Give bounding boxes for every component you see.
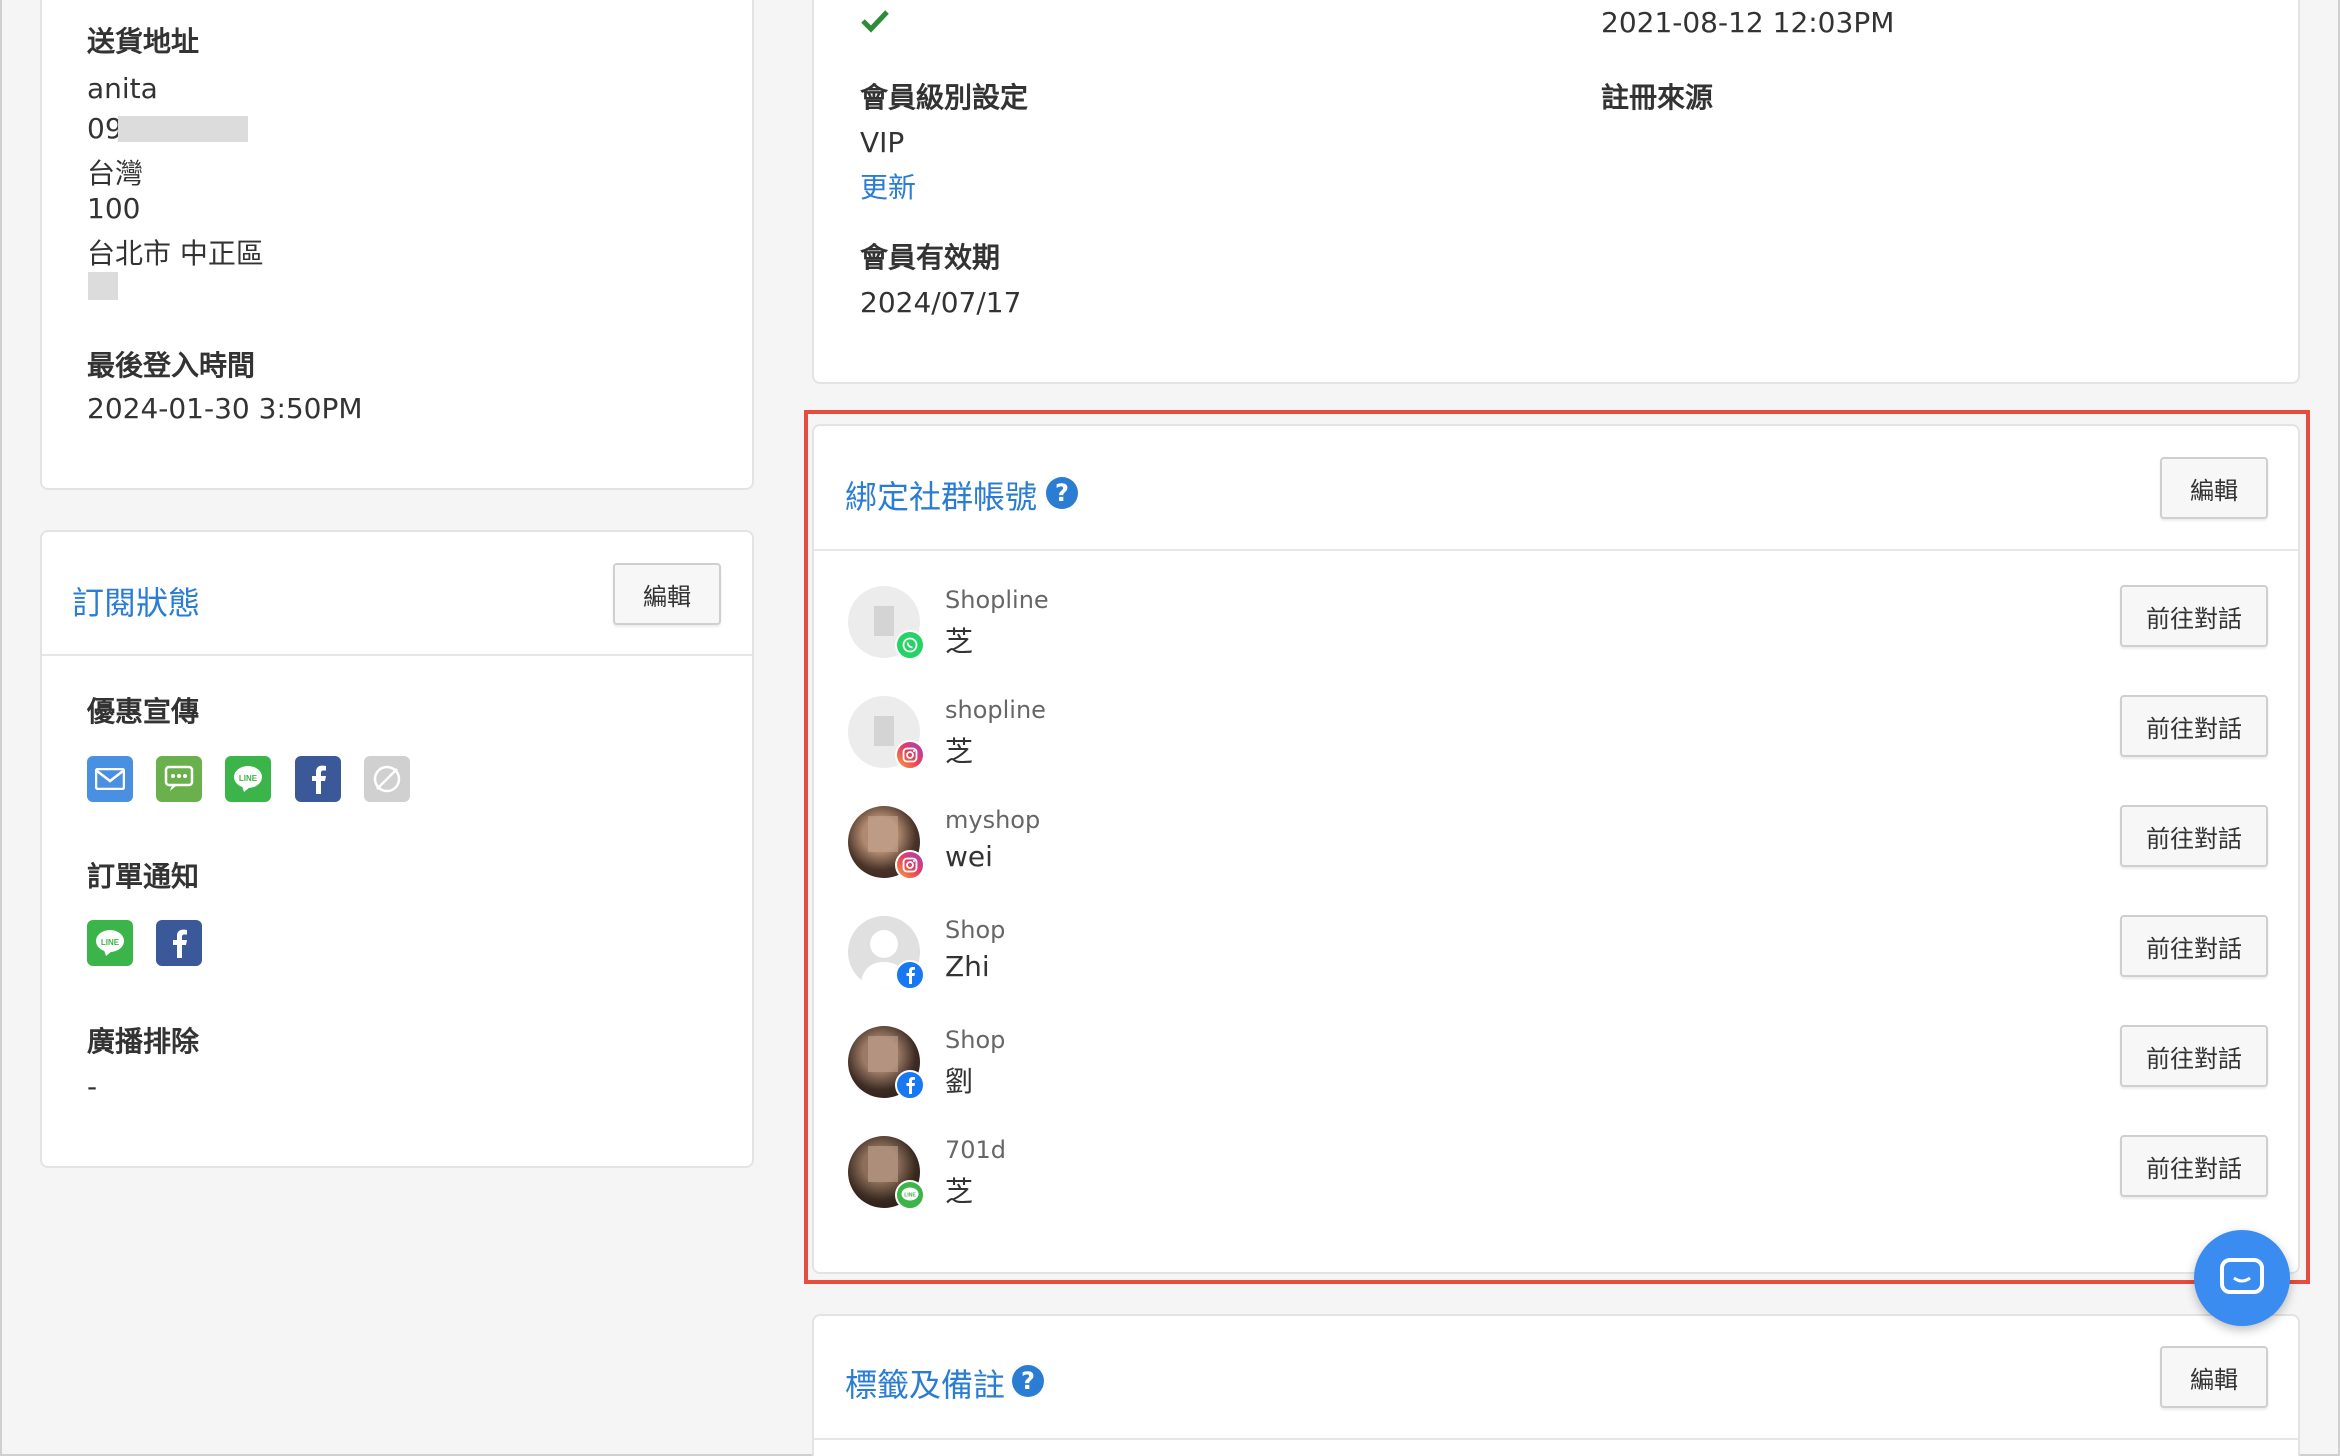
register-source-label: 註冊來源 (1601, 81, 1714, 114)
phone-redaction (118, 116, 248, 142)
account-source: Shopline (945, 586, 1049, 614)
disabled-channel-icon (364, 756, 410, 802)
address-redaction (88, 272, 118, 300)
broadcast-exclusion-label: 廣播排除 (87, 1025, 200, 1058)
subscription-edit-button[interactable]: 編輯 (613, 563, 721, 625)
account-source: Shop (945, 1026, 1006, 1054)
account-source: 701d (945, 1136, 1007, 1164)
broadcast-exclusion-value: - (87, 1070, 98, 1103)
shipping-city: 台北市 中正區 (87, 237, 264, 270)
line-icon: LINE (895, 1180, 925, 1210)
account-source: shopline (945, 696, 1046, 724)
member-expiry-label: 會員有效期 (860, 241, 1001, 274)
facebook-icon (895, 1070, 925, 1100)
chat-icon (2220, 1258, 2264, 1294)
line-icon: LINE (87, 920, 133, 966)
subscription-title: 訂閱狀態 (72, 584, 201, 622)
subscription-card (40, 530, 754, 1168)
email-icon (87, 756, 133, 802)
account-name: wei (945, 840, 993, 873)
member-expiry-value: 2024/07/17 (860, 286, 1022, 319)
whatsapp-icon (895, 630, 925, 660)
check-icon (860, 8, 890, 38)
line-icon: LINE (225, 756, 271, 802)
instagram-icon (895, 850, 925, 880)
account-name: 劉 (945, 1065, 974, 1098)
shipping-address-label: 送貨地址 (87, 25, 200, 58)
chat-widget-button[interactable] (2194, 1230, 2290, 1326)
facebook-icon (895, 960, 925, 990)
go-to-chat-button[interactable]: 前往對話 (2120, 915, 2268, 977)
member-tier-label: 會員級別設定 (860, 81, 1029, 114)
member-card (812, 0, 2300, 384)
order-notification-label: 訂單通知 (87, 860, 200, 893)
account-name: 芝 (945, 735, 974, 768)
svg-text:LINE: LINE (101, 938, 120, 947)
account-source: myshop (945, 806, 1041, 834)
go-to-chat-button[interactable]: 前往對話 (2120, 1135, 2268, 1197)
svg-text:LINE: LINE (904, 1193, 916, 1199)
tags-divider (814, 1438, 2298, 1440)
help-icon[interactable]: ? (1046, 477, 1078, 509)
last-login-label: 最後登入時間 (87, 349, 256, 382)
go-to-chat-button[interactable]: 前往對話 (2120, 695, 2268, 757)
sms-icon (156, 756, 202, 802)
subscription-divider (42, 654, 752, 656)
help-icon[interactable]: ? (1012, 1365, 1044, 1397)
highlight-box (804, 410, 2310, 1284)
instagram-icon (895, 740, 925, 770)
shipping-zip: 100 (87, 192, 141, 225)
promo-label: 優惠宣傳 (87, 695, 200, 728)
go-to-chat-button[interactable]: 前往對話 (2120, 805, 2268, 867)
social-edit-button[interactable]: 編輯 (2160, 457, 2268, 519)
account-source: Shop (945, 916, 1006, 944)
shipping-name: anita (87, 72, 158, 105)
tags-title: 標籤及備註 (845, 1366, 1006, 1404)
member-tier-update-link[interactable]: 更新 (860, 166, 916, 206)
facebook-icon (156, 920, 202, 966)
social-accounts-title: 綁定社群帳號 (845, 478, 1038, 516)
tags-edit-button[interactable]: 編輯 (2160, 1346, 2268, 1408)
svg-text:LINE: LINE (239, 774, 258, 783)
account-name: Zhi (945, 950, 990, 983)
social-divider (814, 549, 2298, 551)
go-to-chat-button[interactable]: 前往對話 (2120, 585, 2268, 647)
register-date: 2021-08-12 12:03PM (1601, 6, 1895, 39)
facebook-icon (295, 756, 341, 802)
account-name: 芝 (945, 1175, 974, 1208)
go-to-chat-button[interactable]: 前往對話 (2120, 1025, 2268, 1087)
last-login-value: 2024-01-30 3:50PM (87, 392, 363, 425)
member-tier-value: VIP (860, 126, 905, 159)
shipping-country: 台灣 (87, 157, 144, 190)
account-name: 芝 (945, 625, 974, 658)
